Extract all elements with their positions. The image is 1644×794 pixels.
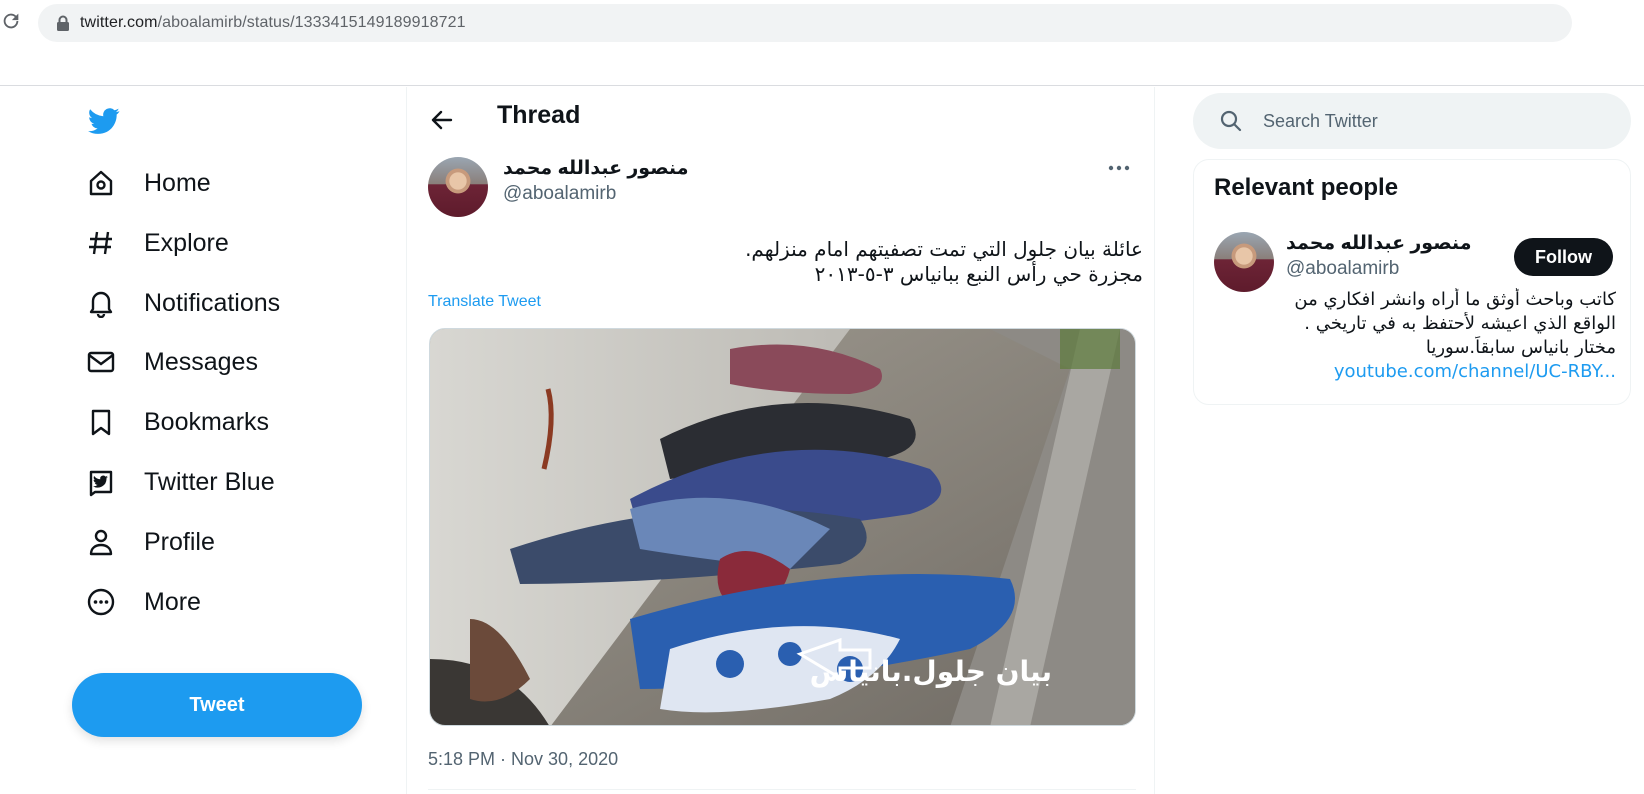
more-circle-icon <box>87 588 115 616</box>
search-box[interactable] <box>1193 93 1631 149</box>
search-input[interactable] <box>1263 103 1613 139</box>
browser-toolbar: twitter.com/aboalamirb/status/1333415149… <box>0 0 1644 86</box>
right-sidebar: Relevant people منصور عبدالله محمد @aboa… <box>1155 87 1644 794</box>
nav-home-label: Home <box>144 168 211 197</box>
left-sidebar: Home Explore Notifications Messages Book… <box>0 87 406 794</box>
bell-icon <box>89 291 113 318</box>
tweet-photo: بيان جلول.بانياس <box>430 329 1135 725</box>
bio-line: كاتب وباحث أوثق ما أراه وانشر افكاري من <box>1294 289 1616 310</box>
address-bar[interactable]: twitter.com/aboalamirb/status/1333415149… <box>38 4 1572 42</box>
nav-bookmarks[interactable]: Bookmarks <box>86 398 269 446</box>
nav-twitter-blue-label: Twitter Blue <box>144 467 275 496</box>
twitter-logo-icon[interactable] <box>86 105 122 137</box>
tweet-text: عائلة بيان جلول التي تمت تصفيتهم امام من… <box>428 237 1143 287</box>
bookmark-icon <box>91 409 111 436</box>
tweet-text-line: عائلة بيان جلول التي تمت تصفيتهم امام من… <box>745 237 1143 261</box>
tweet-timestamp[interactable]: 5:18 PM · Nov 30, 2020 <box>428 749 618 770</box>
author-name[interactable]: منصور عبدالله محمد <box>503 157 688 180</box>
nav-notifications[interactable]: Notifications <box>86 279 280 327</box>
tweet-text-line: مجزرة حي رأس النبع ببانياس ٣-٥-٢٠١٣ <box>814 262 1143 286</box>
bio-line: مختار بانياس سابقاً.سوريا <box>1425 337 1616 358</box>
nav-twitter-blue[interactable]: Twitter Blue <box>86 458 275 506</box>
url-text[interactable]: twitter.com/aboalamirb/status/1333415149… <box>80 14 466 32</box>
person-icon <box>89 529 113 556</box>
nav-profile-label: Profile <box>144 527 215 556</box>
more-options-icon[interactable] <box>1107 163 1131 173</box>
nav-profile[interactable]: Profile <box>86 518 215 566</box>
twitter-blue-icon <box>89 470 113 497</box>
nav-explore[interactable]: Explore <box>86 219 229 267</box>
reload-icon[interactable] <box>0 10 22 32</box>
bio-line: الواقع الذي اعيشه لأحتفظ به في تاريخي . <box>1304 313 1616 334</box>
relevant-handle[interactable]: @aboalamirb <box>1286 258 1399 280</box>
envelope-icon <box>87 351 115 373</box>
nav-notifications-label: Notifications <box>144 288 281 317</box>
page-title: Thread <box>497 101 581 129</box>
nav-more-label: More <box>144 587 201 616</box>
panel-title: Relevant people <box>1214 174 1399 201</box>
relevant-bio: كاتب وباحث أوثق ما أراه وانشر افكاري من … <box>1234 288 1616 384</box>
thread-column: Thread منصور عبدالله محمد @aboalamirb عا… <box>406 87 1155 794</box>
hashtag-icon <box>89 231 112 255</box>
image-caption: بيان جلول.بانياس <box>810 655 1052 688</box>
divider <box>428 789 1136 790</box>
translate-tweet-link[interactable]: Translate Tweet <box>428 293 541 311</box>
url-path: /aboalamirb/status/1333415149189918721 <box>157 14 466 31</box>
url-host: twitter.com <box>80 14 158 31</box>
nav-explore-label: Explore <box>144 228 229 257</box>
relevant-name[interactable]: منصور عبدالله محمد <box>1286 232 1471 255</box>
author-avatar[interactable] <box>428 157 488 217</box>
nav-bookmarks-label: Bookmarks <box>144 407 270 436</box>
relevant-avatar[interactable] <box>1214 232 1274 292</box>
nav-home[interactable]: Home <box>86 159 211 207</box>
search-icon <box>1220 110 1242 132</box>
author-handle[interactable]: @aboalamirb <box>503 183 616 205</box>
back-arrow-icon[interactable] <box>429 107 455 133</box>
lock-icon[interactable] <box>56 15 70 31</box>
bio-link[interactable]: youtube.com/channel/UC-RBY... <box>1234 360 1616 384</box>
nav-messages-label: Messages <box>144 347 258 376</box>
relevant-people-panel: Relevant people منصور عبدالله محمد @aboa… <box>1193 159 1631 405</box>
tweet-button[interactable]: Tweet <box>72 673 362 737</box>
nav-messages[interactable]: Messages <box>86 338 258 386</box>
tweet-image[interactable]: بيان جلول.بانياس <box>429 328 1136 726</box>
home-icon <box>89 170 113 196</box>
follow-button[interactable]: Follow <box>1514 238 1613 276</box>
nav-more[interactable]: More <box>86 578 201 626</box>
